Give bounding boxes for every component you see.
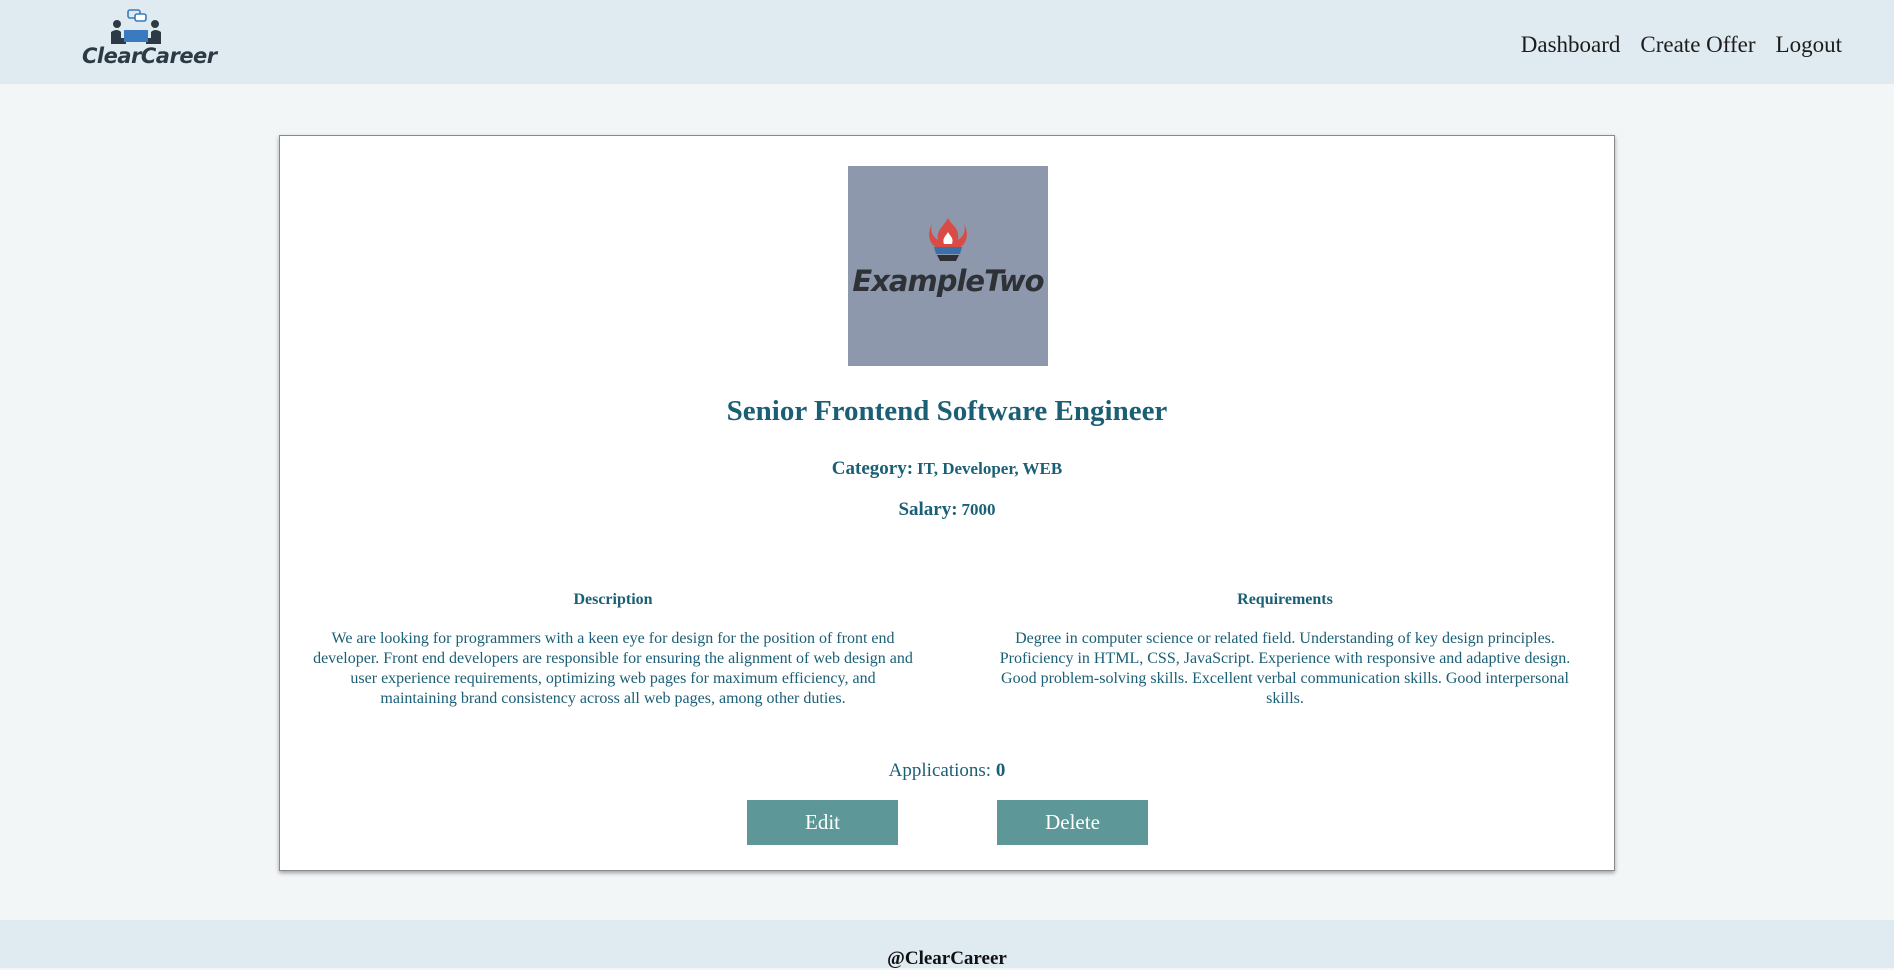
clearcareer-logo-icon [111,9,161,44]
main-nav: Dashboard Create Offer Logout [1521,32,1842,58]
delete-button[interactable]: Delete [997,800,1148,845]
description-text: We are looking for programmers with a ke… [313,630,913,707]
job-title: Senior Frontend Software Engineer [726,395,1168,427]
category-line: Category: IT, Developer, WEB [280,458,1614,480]
brand-name: ClearCareer [82,44,217,68]
requirements-section: Requirements Degree in computer science … [985,591,1585,709]
nav-dashboard-link[interactable]: Dashboard [1521,32,1621,58]
salary-value: 7000 [961,500,996,519]
salary-label: Salary: [898,499,958,520]
nav-logout-link[interactable]: Logout [1776,32,1842,58]
nav-create-offer-link[interactable]: Create Offer [1640,32,1755,58]
company-logo-text: ExampleTwo [852,264,1044,298]
description-heading: Description [573,591,653,608]
salary-line: Salary: 7000 [280,499,1614,521]
page-footer: @ClearCareer [0,920,1894,969]
applications-count: 0 [995,760,1006,781]
flame-brazier-icon [929,218,967,261]
requirements-heading: Requirements [1237,591,1333,608]
footer-text: @ClearCareer [887,948,1007,969]
clearcareer-logo[interactable]: ClearCareer [80,6,217,72]
category-label: Category: [831,458,914,479]
top-header: ClearCareer Dashboard Create Offer Logou… [0,0,1894,84]
applications-line: Applications: 0 [280,760,1614,782]
category-value: IT, Developer, WEB [917,459,1063,478]
requirements-text: Degree in computer science or related fi… [999,630,1571,707]
description-section: Description We are looking for programme… [313,591,913,709]
offer-card: ExampleTwo Senior Frontend Software Engi… [279,135,1615,871]
applications-label: Applications: [888,760,992,781]
company-logo: ExampleTwo [848,166,1048,366]
edit-button[interactable]: Edit [747,800,898,845]
